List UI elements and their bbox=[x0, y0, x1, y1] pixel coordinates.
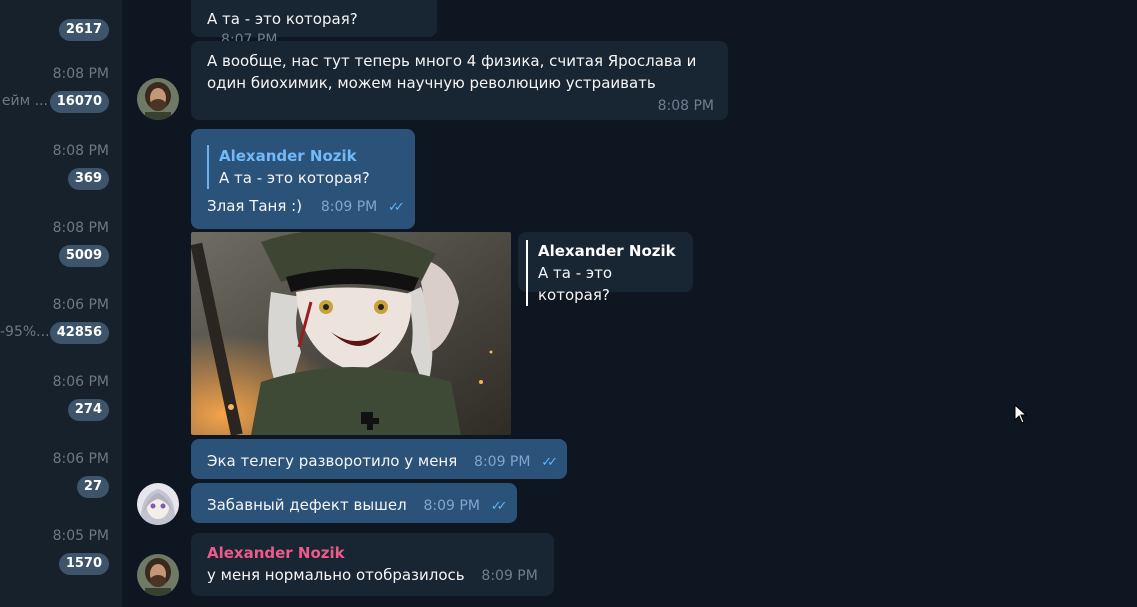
chat-list-item[interactable]: 8:06 PM 27 bbox=[0, 451, 122, 528]
avatar-photo-icon bbox=[137, 554, 179, 596]
chat-list-item[interactable]: 8:06 PM 274 bbox=[0, 374, 122, 451]
reply-sender: Alexander Nozik bbox=[219, 147, 357, 165]
double-check-icon: ✓✓ bbox=[490, 499, 508, 514]
message-time: 8:09 PM bbox=[320, 199, 378, 215]
unread-badge: 27 bbox=[76, 476, 109, 498]
avatar-anime-icon bbox=[137, 483, 179, 525]
message-text: у меня нормально отобразилось bbox=[207, 566, 465, 584]
reply-sender: Alexander Nozik bbox=[538, 242, 676, 260]
message-bubble[interactable]: Alexander Nozik А та - это которая? Злая… bbox=[191, 129, 415, 229]
user-avatar[interactable] bbox=[137, 554, 179, 596]
unread-badge: 42856 bbox=[49, 322, 109, 344]
message-bubble[interactable]: Alexander Nozik А та - это которая? bbox=[518, 232, 693, 306]
chat-time: 8:08 PM bbox=[52, 143, 109, 159]
message-text: один биохимик, можем научную революцию у… bbox=[207, 74, 656, 92]
user-avatar[interactable] bbox=[137, 78, 179, 120]
chat-time: 8:06 PM bbox=[52, 451, 109, 467]
chat-list-item[interactable]: 8:08 PM 5009 bbox=[0, 220, 122, 297]
message-bubble[interactable]: А вообще, нас тут теперь много 4 физика,… bbox=[191, 41, 728, 120]
unread-badge: 5009 bbox=[58, 245, 109, 267]
avatar-photo-icon bbox=[137, 78, 179, 120]
chat-preview: ейм ... bbox=[1, 93, 48, 109]
unread-badge: 1570 bbox=[58, 553, 109, 575]
chat-list-item[interactable]: 8:05 PM 1570 bbox=[0, 528, 122, 605]
message-time: 8:09 PM bbox=[474, 454, 531, 470]
reply-text: А та - это которая? bbox=[538, 264, 613, 304]
chat-list: 2617 8:08 PM ейм ... 16070 8:08 PM 369 8… bbox=[0, 0, 122, 607]
own-avatar[interactable] bbox=[137, 483, 179, 525]
unread-badge: 2617 bbox=[58, 19, 109, 41]
chat-time: 8:05 PM bbox=[52, 528, 109, 544]
message-text: А та - это которая? bbox=[207, 10, 358, 28]
mouse-cursor-icon bbox=[1014, 404, 1028, 424]
chat-time: 8:08 PM bbox=[52, 66, 109, 82]
message-text: Эка телегу разворотило у меня bbox=[207, 452, 458, 470]
sticker-illustration bbox=[191, 232, 511, 435]
message-sender[interactable]: Alexander Nozik bbox=[207, 542, 538, 564]
chat-list-item[interactable]: 8:08 PM 369 bbox=[0, 143, 122, 220]
chat-list-item[interactable]: 8:06 PM -95%... 42856 bbox=[0, 297, 122, 374]
sticker-image[interactable] bbox=[191, 232, 511, 435]
double-check-icon: ✓✓ bbox=[388, 200, 405, 215]
unread-badge: 274 bbox=[67, 399, 109, 421]
chat-preview: -95%... bbox=[0, 324, 48, 340]
reply-quote[interactable]: Alexander Nozik А та - это которая? bbox=[207, 145, 399, 189]
chat-time: 8:06 PM bbox=[52, 374, 109, 390]
message-bubble[interactable]: Alexander Nozik у меня нормально отобраз… bbox=[191, 533, 554, 596]
message-text: Злая Таня :) bbox=[207, 197, 303, 215]
message-bubble[interactable]: Забавный дефект вышел 8:09 PM ✓✓ bbox=[191, 483, 517, 523]
message-bubble[interactable]: А та - это которая? 8:07 PM bbox=[191, 0, 437, 48]
message-time: 8:09 PM bbox=[481, 568, 538, 584]
unread-badge: 16070 bbox=[49, 91, 109, 113]
double-check-icon: ✓✓ bbox=[541, 455, 558, 470]
message-text: А вообще, нас тут теперь много 4 физика,… bbox=[207, 52, 697, 70]
chat-time: 8:08 PM bbox=[52, 220, 109, 236]
chat-list-item[interactable]: 2617 bbox=[0, 0, 122, 71]
reply-text: А та - это которая? bbox=[219, 169, 370, 187]
chat-list-item[interactable]: 8:08 PM ейм ... 16070 bbox=[0, 66, 122, 143]
message-text: Забавный дефект вышел bbox=[207, 496, 407, 514]
message-time: 8:08 PM bbox=[657, 98, 714, 114]
unread-badge: 369 bbox=[67, 168, 109, 190]
chat-time: 8:06 PM bbox=[52, 297, 109, 313]
message-bubble[interactable]: Эка телегу разворотило у меня 8:09 PM ✓✓ bbox=[191, 439, 567, 479]
message-time: 8:09 PM bbox=[423, 498, 480, 514]
reply-quote[interactable]: Alexander Nozik А та - это которая? bbox=[526, 240, 683, 306]
